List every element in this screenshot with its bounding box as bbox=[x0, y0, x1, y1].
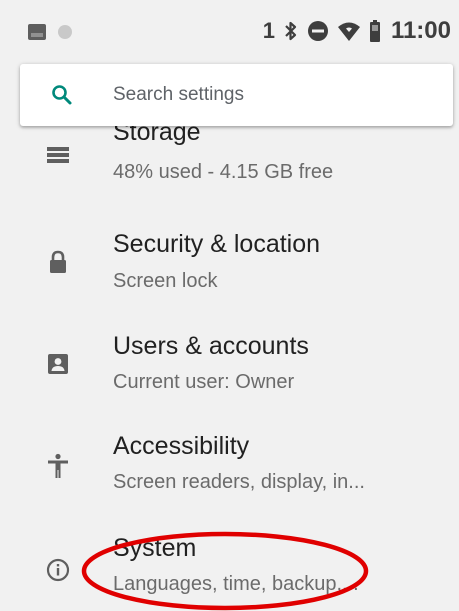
search-icon[interactable] bbox=[50, 83, 74, 107]
settings-item-storage[interactable]: Storage 48% used - 4.15 GB free bbox=[0, 126, 459, 216]
storage-icon bbox=[44, 141, 72, 169]
settings-item-users[interactable]: Users & accounts Current user: Owner bbox=[0, 322, 459, 422]
image-icon bbox=[28, 24, 46, 40]
search-placeholder[interactable]: Search settings bbox=[113, 81, 244, 109]
settings-item-system[interactable]: System Languages, time, backup,... bbox=[0, 522, 459, 608]
accessibility-icon bbox=[44, 452, 72, 480]
status-time: 11:00 bbox=[390, 17, 451, 44]
settings-item-title: Users & accounts bbox=[113, 332, 309, 360]
wifi-icon bbox=[337, 20, 361, 42]
info-icon bbox=[44, 556, 72, 584]
search-bar[interactable]: Search settings bbox=[20, 64, 453, 126]
do-not-disturb-icon bbox=[307, 20, 329, 42]
account-box-icon bbox=[44, 350, 72, 378]
settings-item-security[interactable]: Security & location Screen lock bbox=[0, 222, 459, 322]
status-right-icons: 1 11:00 bbox=[263, 16, 451, 46]
settings-item-title: Security & location bbox=[113, 230, 321, 258]
settings-item-summary: Current user: Owner bbox=[113, 371, 295, 393]
status-bar: 1 11:00 bbox=[0, 0, 459, 62]
settings-item-accessibility[interactable]: Accessibility Screen readers, display, i… bbox=[0, 422, 459, 522]
settings-item-summary: Languages, time, backup,... bbox=[113, 573, 359, 595]
settings-item-title: Storage bbox=[113, 126, 201, 146]
settings-list: Storage 48% used - 4.15 GB free Security… bbox=[0, 126, 459, 608]
notification-count: 1 bbox=[262, 18, 275, 43]
status-left-icons bbox=[28, 24, 72, 40]
bluetooth-icon bbox=[283, 20, 299, 42]
settings-item-summary: 48% used - 4.15 GB free bbox=[113, 161, 334, 183]
settings-item-summary: Screen lock bbox=[113, 270, 218, 292]
settings-item-summary: Screen readers, display, in... bbox=[113, 471, 365, 493]
dot-icon bbox=[58, 25, 72, 39]
settings-item-title: System bbox=[113, 534, 197, 562]
lock-icon bbox=[44, 248, 72, 276]
battery-icon bbox=[369, 20, 381, 42]
settings-item-title: Accessibility bbox=[113, 432, 250, 460]
